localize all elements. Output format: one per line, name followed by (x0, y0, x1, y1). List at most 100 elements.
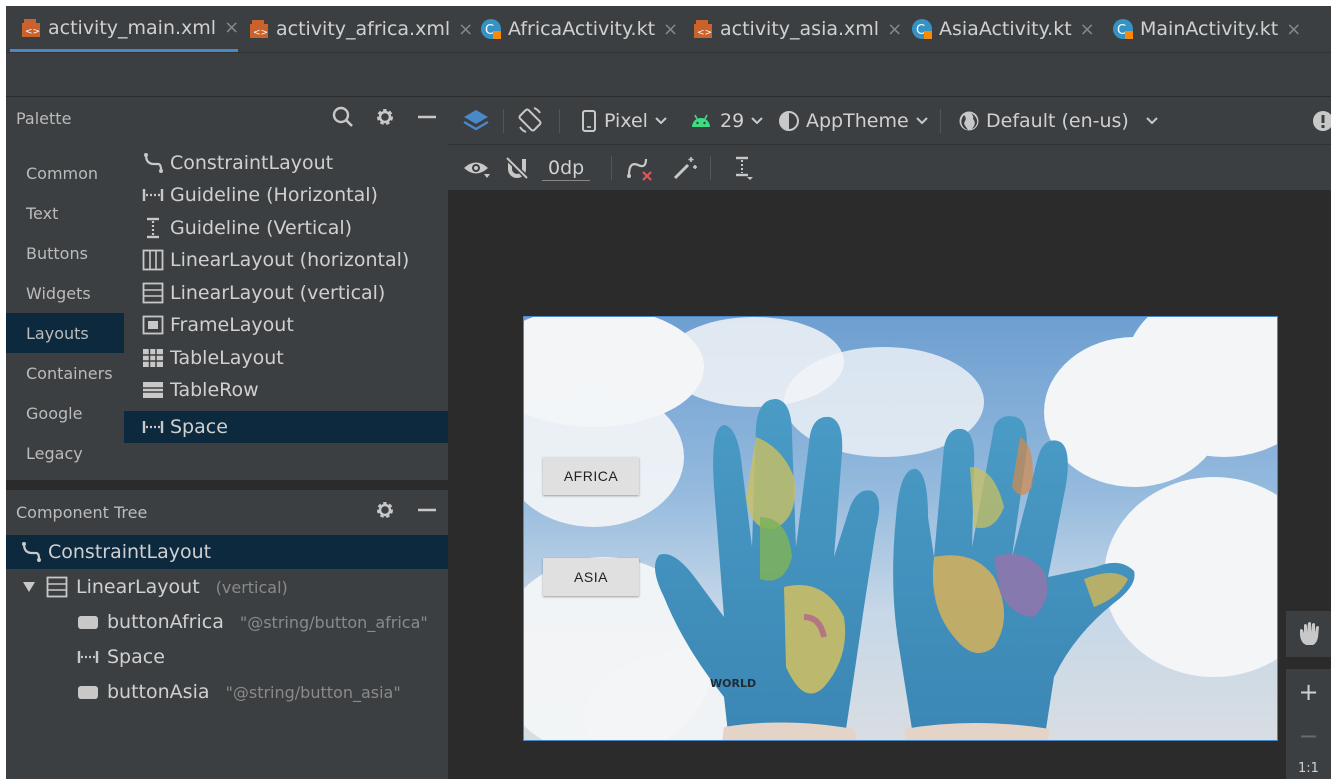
palette-item-tablerow[interactable]: TableRow (124, 374, 448, 406)
kotlin-class-icon: C (1112, 18, 1134, 40)
xml-file-icon: <> (20, 17, 42, 39)
map-label-world: WORLD (710, 677, 756, 690)
minimize-icon[interactable] (416, 499, 438, 525)
tab-africa-activity[interactable]: C AfricaActivity.kt × (480, 6, 678, 52)
tab-label: AfricaActivity.kt (508, 18, 656, 40)
palette-item-constraintlayout[interactable]: ConstraintLayout (124, 147, 448, 179)
zoom-out-button[interactable]: − (1286, 713, 1331, 759)
component-tree-title: Component Tree (16, 502, 148, 522)
guideline-vertical-icon (140, 217, 166, 239)
tab-asia-activity[interactable]: C AsiaActivity.kt × (911, 6, 1095, 52)
close-icon[interactable]: × (224, 17, 239, 38)
palette-item-guideline-vertical[interactable]: Guideline (Vertical) (124, 212, 448, 244)
tab-label: activity_africa.xml (276, 18, 451, 40)
tab-main-activity[interactable]: C MainActivity.kt × (1112, 6, 1301, 52)
palette-category-buttons[interactable]: Buttons (6, 233, 124, 273)
api-level-picker[interactable]: 29 (690, 97, 764, 145)
kotlin-class-icon: C (911, 18, 933, 40)
close-icon[interactable]: × (458, 19, 473, 40)
svg-text:<>: <> (253, 28, 268, 38)
magnet-off-icon[interactable] (504, 145, 530, 191)
palette-title: Palette (16, 109, 72, 128)
theme-picker[interactable]: AppTheme (778, 97, 929, 145)
palette-category-common[interactable]: Common (6, 153, 124, 193)
tab-activity-main[interactable]: <> activity_main.xml × (10, 6, 239, 52)
palette-category-text[interactable]: Text (6, 193, 124, 233)
zoom-in-button[interactable]: + (1286, 669, 1331, 715)
locale-label: Default (en-us) (986, 110, 1129, 132)
close-icon[interactable]: × (1080, 19, 1095, 40)
close-icon[interactable]: × (1286, 19, 1301, 40)
palette-item-label: LinearLayout (horizontal) (170, 249, 410, 271)
tree-node-linearlayout[interactable]: LinearLayout (vertical) (22, 570, 288, 604)
gear-icon[interactable] (374, 106, 396, 132)
minimize-icon[interactable] (416, 106, 438, 132)
palette-item-guideline-horizontal[interactable]: Guideline (Horizontal) (124, 179, 448, 211)
chevron-down-icon (1145, 116, 1159, 126)
asia-button[interactable]: ASIA (543, 558, 639, 596)
warning-icon[interactable] (1312, 97, 1331, 145)
constraint-layout-icon (20, 541, 42, 563)
canvas-zoom-tools: + − 1:1 (1286, 611, 1331, 779)
palette-category-layouts[interactable]: Layouts (6, 313, 124, 353)
button-widget-icon (77, 613, 99, 631)
editor-tab-bar: <> activity_main.xml × <> activity_afric… (6, 6, 1331, 52)
svg-text:C: C (485, 23, 494, 38)
kotlin-class-icon: C (480, 18, 502, 40)
palette-category-legacy[interactable]: Legacy (6, 433, 124, 473)
linear-vertical-icon (46, 576, 68, 598)
close-icon[interactable]: × (663, 19, 678, 40)
expand-triangle-icon[interactable] (22, 580, 36, 594)
africa-button[interactable]: AFRICA (543, 457, 639, 495)
tree-node-buttonasia[interactable]: buttonAsia "@string/button_asia" (77, 675, 401, 709)
palette-item-label: Guideline (Horizontal) (170, 184, 378, 206)
guideline-horizontal-icon (140, 184, 166, 206)
palette-item-label: ConstraintLayout (170, 152, 334, 174)
orientation-icon[interactable] (516, 97, 544, 145)
layers-icon[interactable] (462, 97, 490, 145)
ide-window: <> activity_main.xml × <> activity_afric… (6, 6, 1331, 779)
locale-picker[interactable]: Default (en-us) (958, 97, 1159, 145)
space-icon (77, 646, 99, 668)
palette-item-framelayout[interactable]: FrameLayout (124, 309, 448, 341)
table-layout-icon (140, 347, 166, 369)
default-margin-field[interactable]: 0dp (542, 155, 591, 181)
tab-label: MainActivity.kt (1140, 18, 1279, 40)
tree-node-space[interactable]: Space (77, 640, 165, 674)
palette-item-tablelayout[interactable]: TableLayout (124, 342, 448, 374)
constraint-layout-icon (140, 152, 166, 174)
editor-toolstrip (6, 52, 1331, 96)
device-preview[interactable]: WORLD AFRICA ASIA (523, 316, 1278, 741)
tree-node-buttonafrica[interactable]: buttonAfrica "@string/button_africa" (77, 605, 428, 639)
close-icon[interactable]: × (887, 19, 902, 40)
palette-category-google[interactable]: Google (6, 393, 124, 433)
guidelines-icon[interactable] (730, 145, 754, 191)
palette-item-linearlayout-horizontal[interactable]: LinearLayout (horizontal) (124, 244, 448, 276)
pan-hand-icon[interactable] (1286, 611, 1331, 657)
palette-item-linearlayout-vertical[interactable]: LinearLayout (vertical) (124, 277, 448, 309)
tree-node-constraintlayout[interactable]: ConstraintLayout (6, 535, 448, 569)
linear-vertical-icon (140, 282, 166, 304)
world-map-hands-image: WORLD (655, 399, 1135, 740)
search-icon[interactable] (332, 106, 354, 132)
design-toolbar: Pixel 29 AppTheme Default (en-us) (448, 96, 1331, 144)
xml-file-icon: <> (248, 18, 270, 40)
svg-text:<>: <> (697, 28, 712, 38)
palette-category-widgets[interactable]: Widgets (6, 273, 124, 313)
palette-item-label: Guideline (Vertical) (170, 217, 353, 239)
zoom-fit-button[interactable]: 1:1 (1286, 757, 1331, 779)
eye-icon[interactable] (462, 145, 490, 191)
palette-item-label: FrameLayout (170, 314, 294, 336)
device-label: Pixel (604, 110, 648, 132)
tree-node-label: buttonAsia (107, 681, 210, 703)
phone-icon (582, 110, 596, 132)
gear-icon[interactable] (374, 499, 396, 525)
infer-constraints-icon[interactable] (672, 145, 698, 191)
clear-constraints-icon[interactable] (626, 145, 654, 191)
device-picker[interactable]: Pixel (582, 97, 668, 145)
palette-item-space[interactable]: Space (124, 411, 448, 443)
tab-activity-asia[interactable]: <> activity_asia.xml × (692, 6, 902, 52)
palette-category-containers[interactable]: Containers (6, 353, 124, 393)
theme-label: AppTheme (806, 110, 909, 132)
tab-activity-africa[interactable]: <> activity_africa.xml × (248, 6, 473, 52)
